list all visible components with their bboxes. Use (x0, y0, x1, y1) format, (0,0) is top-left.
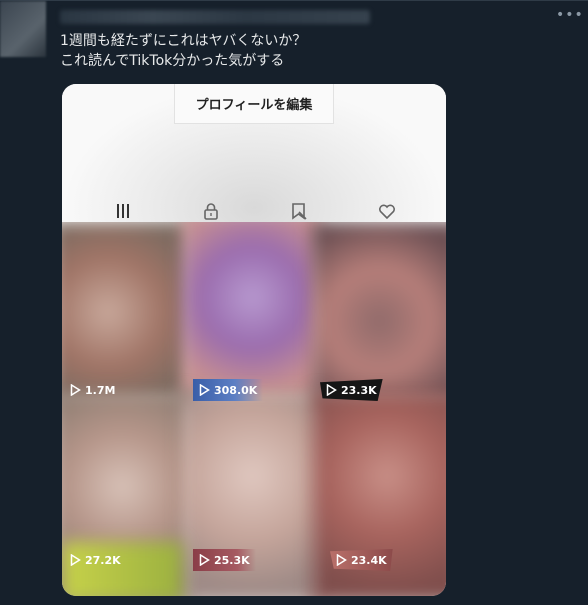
play-icon (70, 554, 81, 566)
lock-icon (204, 203, 218, 220)
video-views: 1.7M (85, 383, 116, 397)
tweet-text: 1週間も経たずにこれはヤバくないか？ これ読んでTikTok分かった気がする (60, 31, 560, 71)
play-icon (199, 554, 210, 566)
video-views-badge: 25.3K (193, 549, 256, 571)
tweet[interactable]: ••• 1週間も経たずにこれはヤバくないか？ これ読んでTikTok分かった気が… (0, 0, 588, 605)
video-views-badge: 1.7M (64, 379, 121, 401)
tweet-text-line-2: これ読んでTikTok分かった気がする (60, 53, 285, 69)
tweet-media-image[interactable]: プロフィールを編集 1.7M 308.0K 23.3K 27.2K 25.3K … (62, 84, 446, 596)
video-views: 23.4K (351, 553, 387, 567)
video-views: 23.3K (341, 383, 377, 397)
bookmark-icon (292, 203, 307, 220)
video-views-badge: 27.2K (64, 549, 127, 571)
liked-icon (379, 204, 395, 220)
edit-profile-button: プロフィールを編集 (174, 84, 334, 124)
play-icon (70, 384, 81, 396)
video-views: 25.3K (214, 553, 250, 567)
tweet-text-line-1: 1週間も経たずにこれはヤバくないか？ (60, 33, 307, 49)
video-views: 308.0K (214, 383, 258, 397)
video-views-badge: 23.4K (330, 549, 393, 571)
play-icon (336, 554, 347, 566)
username-redacted (60, 10, 370, 24)
play-icon (199, 384, 210, 396)
grid-icon (117, 204, 129, 218)
play-icon (326, 384, 337, 396)
edit-profile-label: プロフィールを編集 (195, 98, 313, 113)
video-grid-blurred: 1.7M 308.0K 23.3K 27.2K 25.3K 23.4K (62, 222, 446, 596)
video-views: 27.2K (85, 553, 121, 567)
video-views-badge: 23.3K (320, 379, 383, 401)
video-views-badge: 308.0K (193, 379, 264, 401)
more-horizontal-icon[interactable]: ••• (556, 7, 584, 23)
avatar[interactable] (0, 1, 46, 57)
